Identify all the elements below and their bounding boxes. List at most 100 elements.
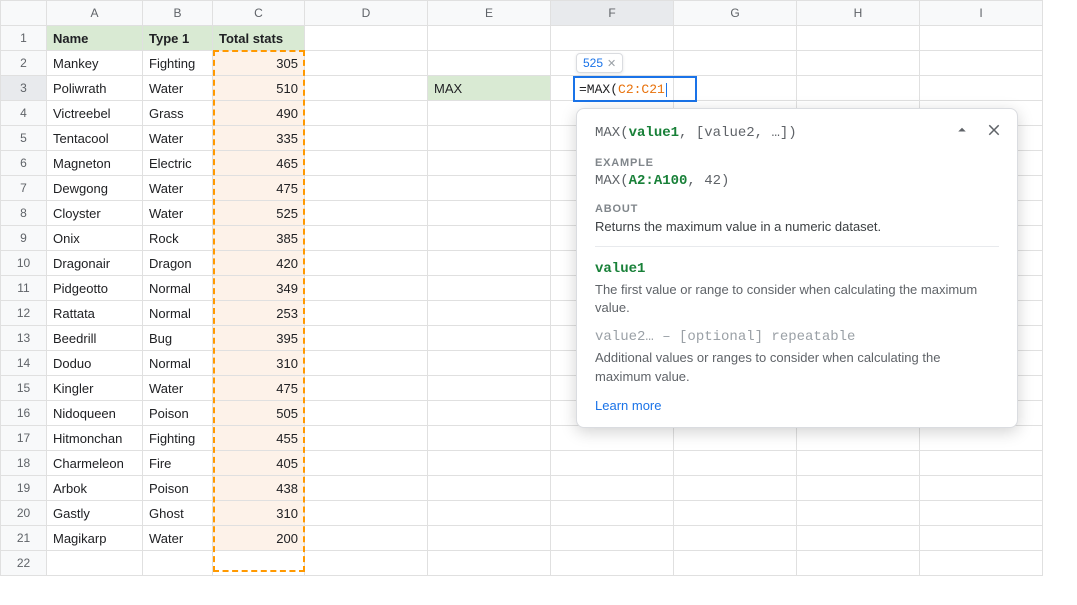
cell-A19[interactable]: Arbok [47,476,143,501]
cell-C8[interactable]: 525 [213,201,305,226]
cell-E20[interactable] [428,501,551,526]
col-header-F[interactable]: F [551,1,674,26]
cell-H18[interactable] [797,451,920,476]
row-header-1[interactable]: 1 [1,26,47,51]
cell-E19[interactable] [428,476,551,501]
cell-E15[interactable] [428,376,551,401]
cell-E11[interactable] [428,276,551,301]
cell-B10[interactable]: Dragon [143,251,213,276]
cell-D5[interactable] [305,126,428,151]
row-header-12[interactable]: 12 [1,301,47,326]
cell-E6[interactable] [428,151,551,176]
cell-C20[interactable]: 310 [213,501,305,526]
cell-C21[interactable]: 200 [213,526,305,551]
cell-E18[interactable] [428,451,551,476]
cell-D9[interactable] [305,226,428,251]
cell-B15[interactable]: Water [143,376,213,401]
cell-D10[interactable] [305,251,428,276]
cell-E8[interactable] [428,201,551,226]
cell-G17[interactable] [674,426,797,451]
cell-A17[interactable]: Hitmonchan [47,426,143,451]
cell-I3[interactable] [920,76,1043,101]
cell-A21[interactable]: Magikarp [47,526,143,551]
cell-A3[interactable]: Poliwrath [47,76,143,101]
cell-D6[interactable] [305,151,428,176]
cell-G3[interactable] [674,76,797,101]
cell-D17[interactable] [305,426,428,451]
row-header-14[interactable]: 14 [1,351,47,376]
cell-G2[interactable] [674,51,797,76]
cell-E14[interactable] [428,351,551,376]
cell-G1[interactable] [674,26,797,51]
cell-A1[interactable]: Name [47,26,143,51]
cell-D13[interactable] [305,326,428,351]
cell-E13[interactable] [428,326,551,351]
cell-B13[interactable]: Bug [143,326,213,351]
cell-G19[interactable] [674,476,797,501]
row-header-13[interactable]: 13 [1,326,47,351]
learn-more-link[interactable]: Learn more [595,398,999,413]
cell-D2[interactable] [305,51,428,76]
cell-B18[interactable]: Fire [143,451,213,476]
cell-C17[interactable]: 455 [213,426,305,451]
col-header-I[interactable]: I [920,1,1043,26]
row-header-11[interactable]: 11 [1,276,47,301]
collapse-icon[interactable] [953,121,971,142]
cell-A20[interactable]: Gastly [47,501,143,526]
row-header-8[interactable]: 8 [1,201,47,226]
cell-C12[interactable]: 253 [213,301,305,326]
cell-C2[interactable]: 305 [213,51,305,76]
cell-B2[interactable]: Fighting [143,51,213,76]
cell-A5[interactable]: Tentacool [47,126,143,151]
cell-D11[interactable] [305,276,428,301]
cell-G22[interactable] [674,551,797,576]
cell-I22[interactable] [920,551,1043,576]
cell-D21[interactable] [305,526,428,551]
row-header-7[interactable]: 7 [1,176,47,201]
cell-D15[interactable] [305,376,428,401]
cell-E9[interactable] [428,226,551,251]
cell-B11[interactable]: Normal [143,276,213,301]
cell-B20[interactable]: Ghost [143,501,213,526]
row-header-10[interactable]: 10 [1,251,47,276]
cell-E22[interactable] [428,551,551,576]
cell-F19[interactable] [551,476,674,501]
row-header-4[interactable]: 4 [1,101,47,126]
cell-C3[interactable]: 510 [213,76,305,101]
row-header-3[interactable]: 3 [1,76,47,101]
cell-A4[interactable]: Victreebel [47,101,143,126]
cell-D3[interactable] [305,76,428,101]
cell-E4[interactable] [428,101,551,126]
cell-D22[interactable] [305,551,428,576]
row-header-21[interactable]: 21 [1,526,47,551]
row-header-17[interactable]: 17 [1,426,47,451]
cell-B19[interactable]: Poison [143,476,213,501]
cell-E7[interactable] [428,176,551,201]
cell-D7[interactable] [305,176,428,201]
cell-C16[interactable]: 505 [213,401,305,426]
cell-B6[interactable]: Electric [143,151,213,176]
cell-C6[interactable]: 465 [213,151,305,176]
cell-D16[interactable] [305,401,428,426]
cell-I20[interactable] [920,501,1043,526]
cell-I1[interactable] [920,26,1043,51]
cell-D14[interactable] [305,351,428,376]
col-header-A[interactable]: A [47,1,143,26]
close-icon[interactable] [985,121,1003,142]
cell-I2[interactable] [920,51,1043,76]
cell-A15[interactable]: Kingler [47,376,143,401]
cell-A2[interactable]: Mankey [47,51,143,76]
cell-E5[interactable] [428,126,551,151]
cell-I17[interactable] [920,426,1043,451]
cell-B3[interactable]: Water [143,76,213,101]
cell-B16[interactable]: Poison [143,401,213,426]
cell-C18[interactable]: 405 [213,451,305,476]
cell-H20[interactable] [797,501,920,526]
cell-B17[interactable]: Fighting [143,426,213,451]
cell-D8[interactable] [305,201,428,226]
cell-A7[interactable]: Dewgong [47,176,143,201]
cell-F1[interactable] [551,26,674,51]
cell-C13[interactable]: 395 [213,326,305,351]
col-header-G[interactable]: G [674,1,797,26]
cell-G20[interactable] [674,501,797,526]
